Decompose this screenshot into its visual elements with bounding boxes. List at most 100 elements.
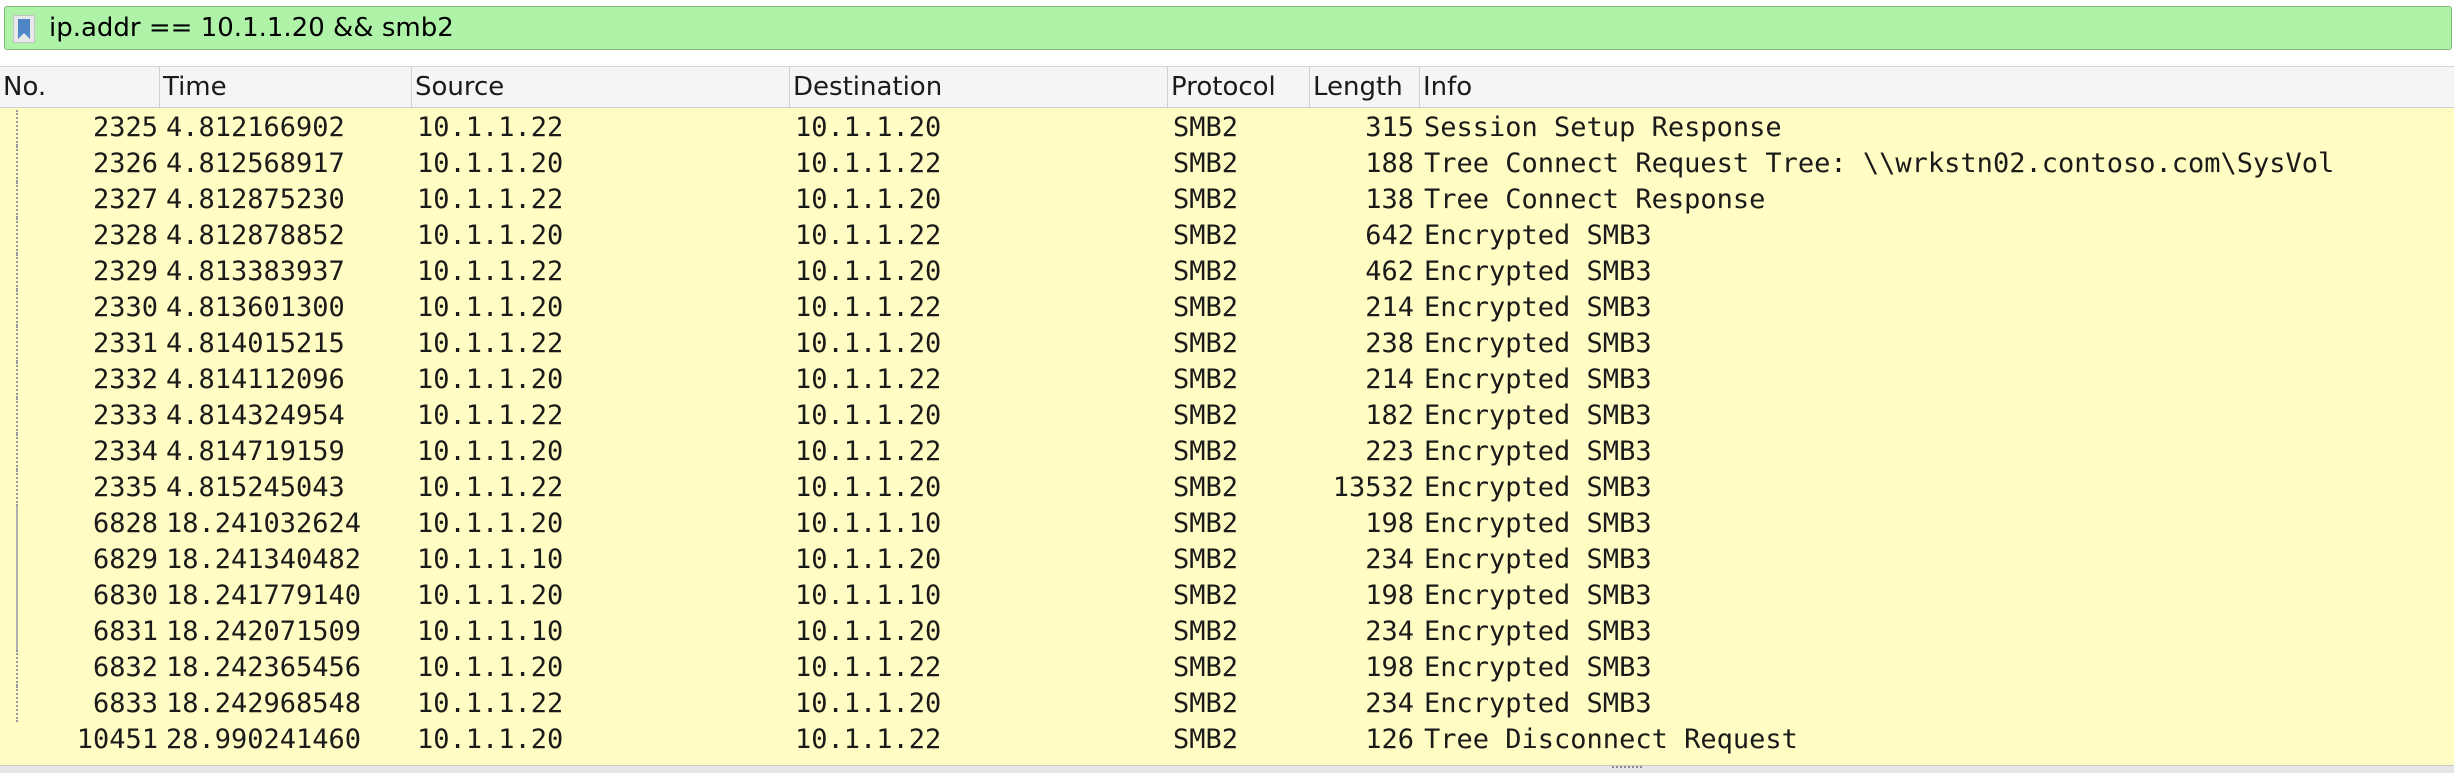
packet-row[interactable]: 2333 4.814324954 10.1.1.22 10.1.1.20 SMB2 182… (0, 398, 2454, 434)
packet-length: 315 (1365, 112, 1414, 143)
packet-source: 10.1.1.20 (417, 292, 564, 323)
packet-row[interactable]: 2335 4.815245043 10.1.1.22 10.1.1.20 SMB2 135… (0, 470, 2454, 506)
packet-destination: 10.1.1.20 (795, 256, 942, 287)
packet-length: 198 (1365, 508, 1414, 539)
packet-info: Encrypted SMB3 (1424, 688, 1652, 719)
packet-destination: 10.1.1.22 (795, 364, 942, 395)
packet-row[interactable]: 6829 18.241340482 10.1.1.10 10.1.1.20 SMB2 23… (0, 542, 2454, 578)
packet-row[interactable]: 6833 18.242968548 10.1.1.22 10.1.1.20 SMB2 23… (0, 686, 2454, 722)
column-header-destination[interactable]: Destination (790, 67, 1168, 107)
packet-protocol: SMB2 (1173, 508, 1239, 539)
packet-time: 4.812568917 (166, 148, 345, 179)
packet-row[interactable]: 2328 4.812878852 10.1.1.20 10.1.1.22 SMB2 642… (0, 218, 2454, 254)
packet-row[interactable]: 2326 4.812568917 10.1.1.20 10.1.1.22 SMB2 188… (0, 146, 2454, 182)
column-header-protocol[interactable]: Protocol (1168, 67, 1310, 107)
bookmark-icon[interactable] (13, 15, 35, 43)
packet-source: 10.1.1.20 (417, 436, 564, 467)
packet-protocol: SMB2 (1173, 724, 1239, 755)
column-header-no[interactable]: No. (0, 67, 160, 107)
packet-list-header: No. Time Source Destination Protocol Len… (0, 66, 2454, 108)
column-header-source[interactable]: Source (412, 67, 790, 107)
related-packet-indicator (16, 290, 18, 326)
packet-length: 182 (1365, 400, 1414, 431)
packet-row[interactable]: 2325 4.812166902 10.1.1.22 10.1.1.20 SMB2 315… (0, 110, 2454, 146)
packet-time: 4.814719159 (166, 436, 345, 467)
packet-info: Encrypted SMB3 (1424, 364, 1652, 395)
packet-source: 10.1.1.20 (417, 580, 564, 611)
column-header-info[interactable]: Info (1420, 67, 2454, 107)
packet-row[interactable]: 2327 4.812875230 10.1.1.22 10.1.1.20 SMB2 138… (0, 182, 2454, 218)
packet-info: Encrypted SMB3 (1424, 220, 1652, 251)
packet-length: 198 (1365, 652, 1414, 683)
packet-destination: 10.1.1.22 (795, 292, 942, 323)
packet-destination: 10.1.1.22 (795, 148, 942, 179)
packet-info: Encrypted SMB3 (1424, 292, 1652, 323)
packet-source: 10.1.1.20 (417, 652, 564, 683)
packet-protocol: SMB2 (1173, 400, 1239, 431)
related-packet-indicator (16, 254, 18, 290)
packet-source: 10.1.1.20 (417, 724, 564, 755)
packet-protocol: SMB2 (1173, 184, 1239, 215)
packet-protocol: SMB2 (1173, 220, 1239, 251)
column-header-time[interactable]: Time (160, 67, 412, 107)
packet-info: Tree Connect Response (1424, 184, 1766, 215)
packet-length: 13532 (1332, 472, 1414, 503)
packet-time: 4.814112096 (166, 364, 345, 395)
packet-no: 2327 (92, 184, 158, 215)
packet-row[interactable]: 10451 28.990241460 10.1.1.20 10.1.1.22 SMB2 1… (0, 722, 2454, 758)
packet-row[interactable]: 6832 18.242365456 10.1.1.20 10.1.1.22 SMB2 19… (0, 650, 2454, 686)
packet-source: 10.1.1.20 (417, 148, 564, 179)
packet-list[interactable]: 2325 4.812166902 10.1.1.22 10.1.1.20 SMB2 315… (0, 108, 2454, 765)
packet-length: 234 (1365, 688, 1414, 719)
pane-splitter[interactable] (0, 765, 2454, 773)
packet-row[interactable]: 2329 4.813383937 10.1.1.22 10.1.1.20 SMB2 462… (0, 254, 2454, 290)
packet-no: 6831 (92, 616, 158, 647)
packet-time: 4.813383937 (166, 256, 345, 287)
packet-source: 10.1.1.22 (417, 112, 564, 143)
packet-row[interactable]: 2334 4.814719159 10.1.1.20 10.1.1.22 SMB2 223… (0, 434, 2454, 470)
packet-row[interactable]: 2331 4.814015215 10.1.1.22 10.1.1.20 SMB2 238… (0, 326, 2454, 362)
packet-time: 18.242968548 (166, 688, 362, 719)
packet-no: 6830 (92, 580, 158, 611)
display-filter-bar[interactable] (4, 6, 2452, 50)
packet-row[interactable]: 6830 18.241779140 10.1.1.20 10.1.1.10 SMB2 19… (0, 578, 2454, 614)
packet-destination: 10.1.1.20 (795, 112, 942, 143)
packet-info: Encrypted SMB3 (1424, 472, 1652, 503)
packet-no: 2329 (92, 256, 158, 287)
packet-row[interactable]: 2330 4.813601300 10.1.1.20 10.1.1.22 SMB2 214… (0, 290, 2454, 326)
packet-row[interactable]: 6828 18.241032624 10.1.1.20 10.1.1.10 SMB2 19… (0, 506, 2454, 542)
packet-time: 18.241032624 (166, 508, 362, 539)
packet-no: 2325 (92, 112, 158, 143)
packet-destination: 10.1.1.22 (795, 220, 942, 251)
packet-row[interactable]: 6831 18.242071509 10.1.1.10 10.1.1.20 SMB2 23… (0, 614, 2454, 650)
column-header-length[interactable]: Length (1310, 67, 1420, 107)
packet-source: 10.1.1.22 (417, 472, 564, 503)
packet-info: Tree Disconnect Request (1424, 724, 1798, 755)
related-packet-indicator (16, 614, 18, 650)
packet-length: 126 (1365, 724, 1414, 755)
packet-source: 10.1.1.20 (417, 220, 564, 251)
related-packet-indicator (16, 542, 18, 578)
related-packet-indicator (16, 110, 18, 146)
packet-time: 4.812875230 (166, 184, 345, 215)
packet-info: Encrypted SMB3 (1424, 328, 1652, 359)
packet-source: 10.1.1.10 (417, 544, 564, 575)
packet-info: Encrypted SMB3 (1424, 544, 1652, 575)
packet-destination: 10.1.1.22 (795, 436, 942, 467)
packet-protocol: SMB2 (1173, 472, 1239, 503)
packet-row[interactable]: 2332 4.814112096 10.1.1.20 10.1.1.22 SMB2 214… (0, 362, 2454, 398)
packet-time: 18.242071509 (166, 616, 362, 647)
packet-destination: 10.1.1.22 (795, 724, 942, 755)
packet-source: 10.1.1.20 (417, 364, 564, 395)
packet-info: Session Setup Response (1424, 112, 1782, 143)
packet-time: 28.990241460 (166, 724, 362, 755)
packet-no: 2335 (92, 472, 158, 503)
packet-time: 4.815245043 (166, 472, 345, 503)
packet-length: 462 (1365, 256, 1414, 287)
packet-protocol: SMB2 (1173, 328, 1239, 359)
packet-source: 10.1.1.22 (417, 328, 564, 359)
packet-info: Tree Connect Request Tree: \\wrkstn02.co… (1424, 148, 2335, 179)
display-filter-input[interactable] (49, 11, 2429, 45)
packet-length: 198 (1365, 580, 1414, 611)
packet-no: 2333 (92, 400, 158, 431)
